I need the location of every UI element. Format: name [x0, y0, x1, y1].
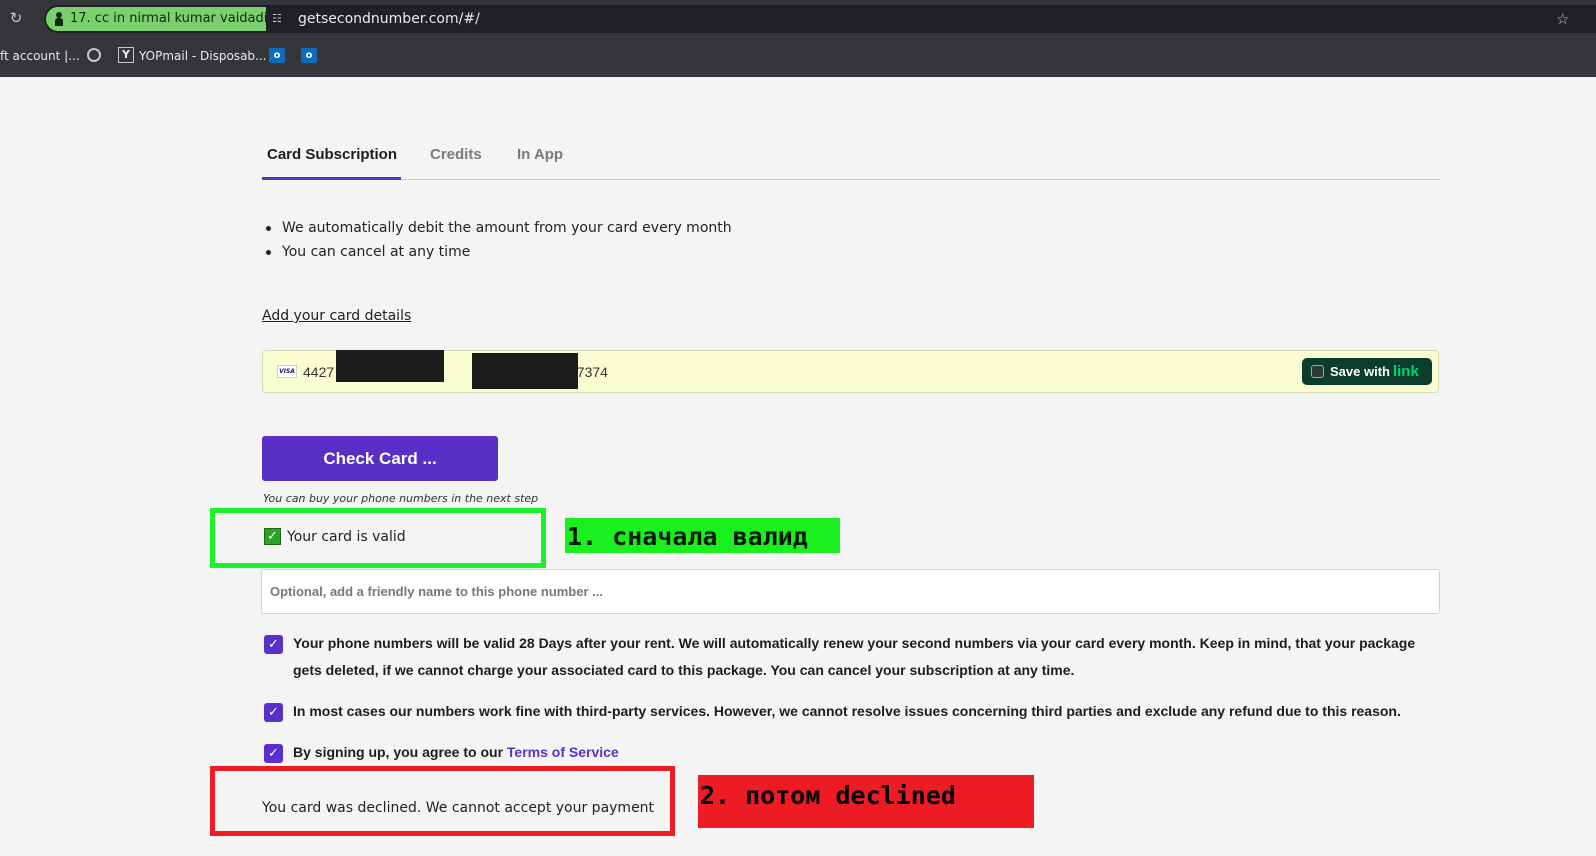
tab-card-subscription[interactable]: Card Subscription [267, 145, 397, 165]
terms-checkbox-tos[interactable]: ✓ [264, 744, 283, 763]
browser-chrome: ↻ 17. cc in nirmal kumar vaidadi ☷ getse… [0, 0, 1596, 77]
add-card-heading: Add your card details [262, 308, 412, 324]
save-with-link-button[interactable]: Save with link [1302, 358, 1432, 385]
info-item: We automatically debit the amount from y… [264, 216, 732, 240]
person-icon [55, 12, 63, 26]
card-declined-message: You card was declined. We cannot accept … [262, 800, 655, 816]
info-list: We automatically debit the amount from y… [264, 216, 732, 264]
next-step-hint: You can buy your phone numbers in the ne… [263, 492, 539, 505]
annotation-label-1: 1. сначала валид [565, 518, 840, 553]
link-logo: link [1392, 363, 1419, 380]
active-tab-indicator [262, 177, 401, 180]
info-item: You can cancel at any time [264, 240, 732, 264]
check-card-button[interactable]: Check Card ... [262, 436, 498, 481]
card-number-field[interactable]: 4427 [303, 363, 334, 381]
payment-tabs: Card Subscription Credits In App [262, 140, 1440, 180]
save-with-label: Save with [1330, 364, 1390, 379]
bookmark-account[interactable]: ft account |... [0, 48, 80, 64]
outlook-icon[interactable]: o [269, 48, 285, 63]
tab-in-app[interactable]: In App [517, 145, 563, 165]
url-text[interactable]: getsecondnumber.com/#/ [298, 10, 480, 28]
bookmarks-bar: ft account |... YOPmail - Disposab... [0, 42, 1596, 70]
terms-text-third-party: In most cases our numbers work fine with… [293, 703, 1401, 719]
address-row: ↻ 17. cc in nirmal kumar vaidadi ☷ getse… [0, 0, 1596, 38]
checkmark-icon: ✓ [264, 528, 281, 545]
card-valid-message: Your card is valid [287, 529, 406, 545]
terms-checkbox-validity[interactable]: ✓ [264, 635, 283, 654]
redaction-block [336, 350, 444, 382]
save-link-checkbox[interactable] [1311, 365, 1324, 378]
globe-icon[interactable] [87, 48, 101, 62]
tab-credits[interactable]: Credits [430, 145, 482, 165]
reload-icon[interactable]: ↻ [8, 10, 24, 26]
friendly-name-input[interactable]: Optional, add a friendly name to this ph… [261, 569, 1440, 614]
terms-checkbox-third-party[interactable]: ✓ [264, 703, 283, 722]
site-settings-icon[interactable]: ☷ [272, 12, 286, 26]
annotation-label-2: 2. потом declined [698, 775, 1034, 828]
tos-prefix: By signing up, you agree to our [293, 744, 504, 760]
profile-chip[interactable]: 17. cc in nirmal kumar vaidadi [46, 7, 266, 31]
visa-icon: VISA [277, 365, 297, 378]
bookmark-yopmail[interactable]: YOPmail - Disposab... [139, 48, 266, 64]
profile-label: 17. cc in nirmal kumar vaidadi [70, 11, 266, 26]
yopmail-icon: Y [118, 47, 134, 63]
terms-of-service-link[interactable]: Terms of Service [507, 744, 619, 760]
outlook-icon[interactable]: o [301, 48, 317, 63]
terms-text-tos: By signing up, you agree to our Terms of… [293, 739, 1433, 766]
bookmark-star-icon[interactable]: ☆ [1556, 10, 1569, 28]
terms-text-validity: Your phone numbers will be valid 28 Days… [293, 635, 1416, 678]
redaction-block [472, 353, 578, 389]
